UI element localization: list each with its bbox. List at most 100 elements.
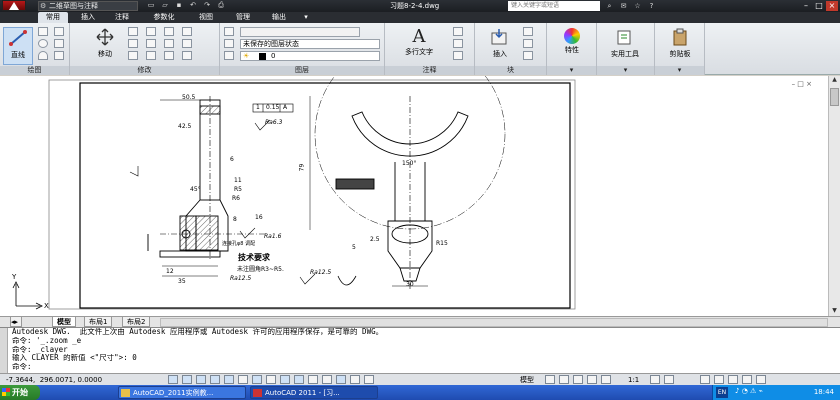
object-snap-icon[interactable] xyxy=(224,375,234,384)
region-icon[interactable] xyxy=(54,51,64,60)
layer-state-dropdown[interactable]: 未保存的图层状态 xyxy=(240,39,380,49)
layer-off-icon[interactable] xyxy=(224,39,234,48)
close-button[interactable]: × xyxy=(826,1,838,11)
copy-icon[interactable] xyxy=(128,39,138,48)
trim-icon[interactable] xyxy=(146,27,156,36)
tab-layout2[interactable]: 布局2 xyxy=(122,317,151,327)
communication-icon[interactable]: ✉ xyxy=(618,1,629,11)
tab-manage[interactable]: 管理 xyxy=(228,12,258,23)
steering-wheel-icon[interactable] xyxy=(601,375,611,384)
zoom-icon[interactable] xyxy=(587,375,597,384)
favorites-icon[interactable]: ☆ xyxy=(632,1,643,11)
modify-panel-label[interactable]: 修改 xyxy=(70,66,219,75)
move-button[interactable]: 移动 xyxy=(90,27,120,65)
clean-screen-icon[interactable] xyxy=(756,375,766,384)
annotation-monitor-icon[interactable] xyxy=(350,375,360,384)
tab-insert[interactable]: 插入 xyxy=(74,12,102,23)
plot-icon[interactable]: ⎙ xyxy=(216,1,226,10)
annotation-panel-label[interactable]: 注释 xyxy=(385,66,474,75)
taskbar-item-tutorial[interactable]: AutoCAD_2011实例教... xyxy=(118,386,246,399)
current-layer-dropdown[interactable]: ☀ 0 xyxy=(240,51,380,61)
3d-osnap-icon[interactable] xyxy=(238,375,248,384)
tab-layout1[interactable]: 布局1 xyxy=(84,317,113,327)
quick-view-layouts-icon[interactable] xyxy=(545,375,555,384)
properties-button[interactable]: 特性 xyxy=(557,27,587,65)
isolate-objects-icon[interactable] xyxy=(728,375,738,384)
circle-icon[interactable] xyxy=(38,39,48,48)
mirror-icon[interactable] xyxy=(146,39,156,48)
explode-icon[interactable] xyxy=(182,27,192,36)
pan-icon[interactable] xyxy=(573,375,583,384)
new-icon[interactable]: ▭ xyxy=(146,1,156,10)
command-window-grip[interactable] xyxy=(0,328,8,374)
search-icon[interactable]: ⌕ xyxy=(604,1,615,11)
help-icon[interactable]: ? xyxy=(646,1,657,11)
ortho-mode-icon[interactable] xyxy=(196,375,206,384)
annotation-visibility-icon[interactable] xyxy=(650,375,660,384)
search-input[interactable]: 键入关键字或短语 xyxy=(508,1,600,11)
quick-properties-icon[interactable] xyxy=(322,375,332,384)
auto-scale-icon[interactable] xyxy=(664,375,674,384)
fillet-icon[interactable] xyxy=(164,39,174,48)
tab-view[interactable]: 视图 xyxy=(192,12,220,23)
snap-mode-icon[interactable] xyxy=(168,375,178,384)
tab-nav-icon[interactable]: ◂▸ xyxy=(10,317,22,327)
ribbon-toggle-icon[interactable]: ▾ xyxy=(298,12,314,23)
open-icon[interactable]: ▱ xyxy=(160,1,170,10)
tab-model[interactable]: 模型 xyxy=(52,317,76,327)
mtext-button[interactable]: A 多行文字 xyxy=(397,27,441,65)
tab-home[interactable]: 常用 xyxy=(38,12,68,23)
save-icon[interactable]: ▪ xyxy=(174,1,184,10)
block-panel-label[interactable]: 块 xyxy=(475,66,546,75)
line-button[interactable]: 直线 xyxy=(3,27,33,65)
create-block-icon[interactable] xyxy=(523,27,533,36)
grid-display-icon[interactable] xyxy=(182,375,192,384)
selection-cycling-icon[interactable] xyxy=(336,375,346,384)
stretch-icon[interactable] xyxy=(128,51,138,60)
application-menu-button[interactable] xyxy=(2,0,26,11)
command-prompt[interactable]: 命令: xyxy=(12,363,840,372)
taskbar-item-autocad[interactable]: AutoCAD 2011 - [习... xyxy=(250,386,378,399)
scroll-down-icon[interactable]: ▼ xyxy=(829,307,840,316)
tab-output[interactable]: 输出 xyxy=(264,12,294,23)
tab-parametric[interactable]: 参数化 xyxy=(144,12,184,23)
start-button[interactable]: 开始 xyxy=(0,385,40,400)
attribute-icon[interactable] xyxy=(523,51,533,60)
transparency-icon[interactable] xyxy=(308,375,318,384)
table-icon[interactable] xyxy=(453,51,463,60)
workspace-selector[interactable]: ⚙ 二维草图与注释 xyxy=(38,1,138,11)
hatch-icon[interactable] xyxy=(54,39,64,48)
erase-icon[interactable] xyxy=(164,27,174,36)
scroll-up-icon[interactable]: ▲ xyxy=(829,76,840,85)
leader-icon[interactable] xyxy=(453,39,463,48)
layer-isolate-icon[interactable] xyxy=(224,51,234,60)
tray-icons[interactable]: ♪ ◔ ⚠ ⌁ xyxy=(735,387,763,395)
clipboard-button[interactable]: 剪贴板 xyxy=(661,27,699,65)
arc-icon[interactable] xyxy=(38,51,48,60)
command-window[interactable]: Autodesk DWG. 此文件上次由 Autodesk 应用程序或 Auto… xyxy=(0,327,840,374)
hardware-acceleration-icon[interactable] xyxy=(742,375,752,384)
redo-icon[interactable]: ↷ xyxy=(202,1,212,10)
workspace-icon[interactable] xyxy=(364,375,374,384)
layers-panel-label[interactable]: 图层 xyxy=(220,66,384,75)
language-indicator[interactable]: EN xyxy=(716,387,728,398)
scale-icon[interactable] xyxy=(146,51,156,60)
scrollbar-thumb[interactable] xyxy=(830,88,839,106)
array-icon[interactable] xyxy=(164,51,174,60)
dimension-icon[interactable] xyxy=(453,27,463,36)
dynamic-ucs-icon[interactable] xyxy=(266,375,276,384)
layer-properties-icon[interactable] xyxy=(224,27,234,36)
draw-panel-label[interactable]: 绘图 xyxy=(0,66,69,75)
quick-view-drawings-icon[interactable] xyxy=(559,375,569,384)
maximize-button[interactable]: □ xyxy=(813,1,825,11)
properties-panel-dropdown[interactable]: ▾ xyxy=(547,66,596,75)
insert-block-button[interactable]: 插入 xyxy=(485,27,515,65)
polar-tracking-icon[interactable] xyxy=(210,375,220,384)
dynamic-input-icon[interactable] xyxy=(280,375,290,384)
lock-ui-icon[interactable] xyxy=(714,375,724,384)
horizontal-scrollbar[interactable] xyxy=(160,318,828,327)
rectangle-icon[interactable] xyxy=(54,27,64,36)
edit-block-icon[interactable] xyxy=(523,39,533,48)
lineweight-icon[interactable] xyxy=(294,375,304,384)
undo-icon[interactable]: ↶ xyxy=(188,1,198,10)
